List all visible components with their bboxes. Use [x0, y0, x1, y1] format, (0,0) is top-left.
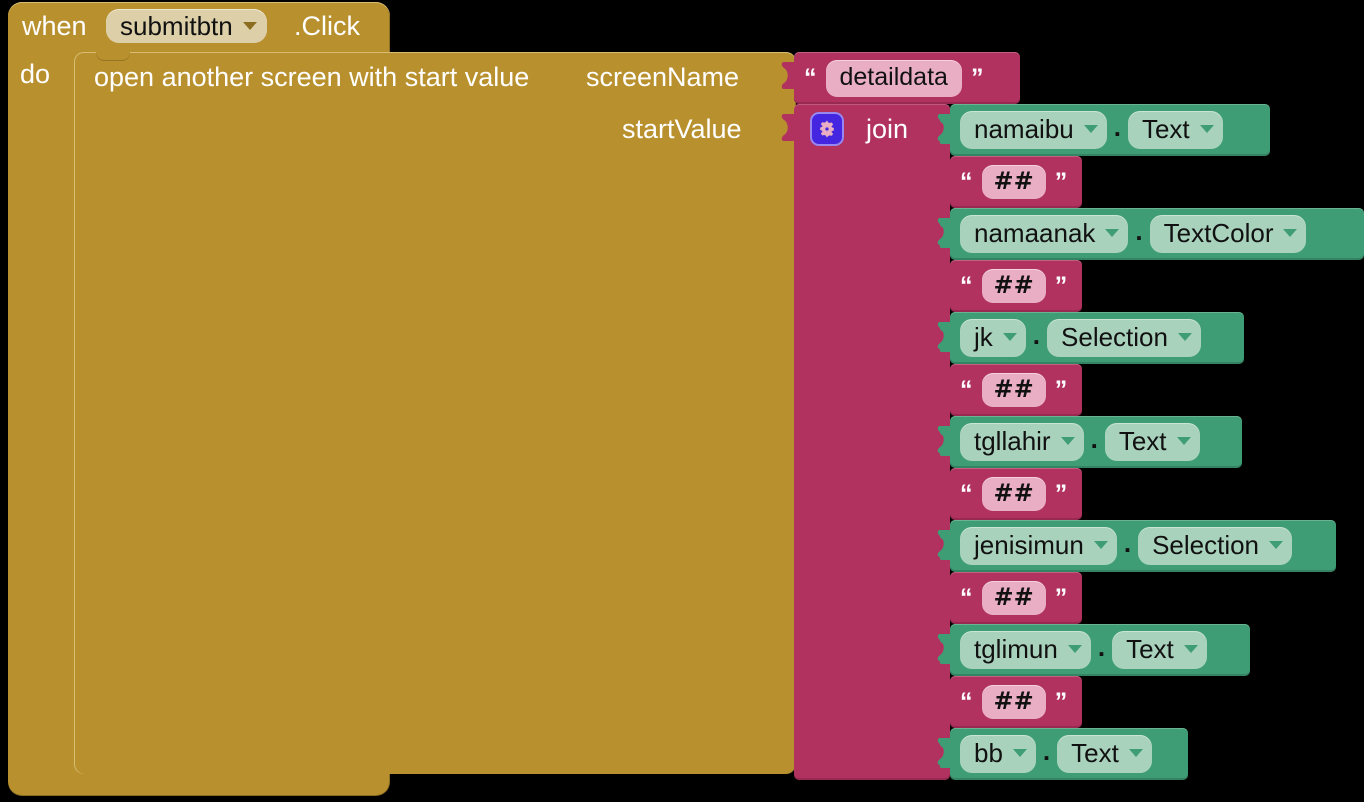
- component-getter-block[interactable]: tgllahir . Text: [939, 416, 1242, 468]
- open-quote: “: [960, 375, 973, 404]
- open-quote: “: [960, 167, 973, 196]
- event-name-label: .Click: [294, 11, 360, 41]
- gear-icon[interactable]: [810, 112, 844, 146]
- event-component-label: submitbtn: [120, 11, 233, 41]
- text-value-field[interactable]: ##: [981, 477, 1046, 511]
- socket-label-screenname: screenName: [586, 62, 740, 92]
- property-dropdown[interactable]: Text: [1127, 111, 1223, 149]
- when-label: when: [22, 11, 87, 41]
- text-block[interactable]: “ ## ”: [950, 468, 1082, 520]
- component-getter-block[interactable]: jenisimun . Selection: [939, 520, 1336, 572]
- chevron-down-icon: [1083, 125, 1098, 133]
- chevron-down-icon: [1128, 749, 1143, 757]
- chevron-down-icon: [1067, 645, 1082, 653]
- statement-label: open another screen with start value: [94, 62, 530, 92]
- open-quote: “: [960, 687, 973, 716]
- component-getter-block[interactable]: tglimun . Text: [939, 624, 1250, 676]
- property-dropdown[interactable]: Text: [1104, 423, 1200, 461]
- close-quote: ”: [1054, 271, 1068, 300]
- chevron-down-icon: [1283, 229, 1298, 237]
- text-value-field[interactable]: ##: [981, 165, 1046, 199]
- component-dropdown[interactable]: namaibu: [960, 111, 1107, 149]
- chevron-down-icon: [242, 22, 257, 30]
- component-dropdown[interactable]: namaanak: [960, 215, 1129, 253]
- open-quote: “: [960, 271, 973, 300]
- text-value-field[interactable]: ##: [981, 269, 1046, 303]
- dot-separator: .: [1042, 736, 1051, 766]
- open-another-screen-block[interactable]: [74, 52, 796, 774]
- dot-separator: .: [1097, 632, 1106, 662]
- chevron-down-icon: [1199, 125, 1214, 133]
- text-block-detaildata[interactable]: “ detaildata ”: [794, 52, 1020, 104]
- text-block[interactable]: “ ## ”: [950, 676, 1082, 728]
- close-quote: ”: [1054, 479, 1068, 508]
- close-quote: ”: [1054, 375, 1068, 404]
- dot-separator: .: [1113, 112, 1121, 142]
- text-block[interactable]: “ ## ”: [950, 364, 1082, 416]
- component-dropdown[interactable]: bb: [960, 735, 1036, 773]
- statement-top-notch: [96, 52, 130, 61]
- chevron-down-icon: [1269, 541, 1284, 549]
- chevron-down-icon: [1105, 229, 1120, 237]
- text-block[interactable]: “ ## ”: [950, 260, 1082, 312]
- do-label: do: [20, 59, 51, 89]
- text-value-field[interactable]: detaildata: [825, 59, 962, 97]
- dot-separator: .: [1123, 528, 1132, 558]
- dot-separator: .: [1090, 424, 1098, 454]
- text-value-field[interactable]: ##: [981, 685, 1046, 719]
- text-block[interactable]: “ ## ”: [950, 156, 1082, 208]
- text-value-field[interactable]: ##: [981, 373, 1046, 407]
- chevron-down-icon: [1012, 749, 1027, 757]
- property-dropdown[interactable]: Text: [1057, 735, 1152, 773]
- join-block[interactable]: [794, 104, 950, 780]
- text-block[interactable]: “ ## ”: [950, 572, 1082, 624]
- chevron-down-icon: [1183, 645, 1198, 653]
- component-getter-block[interactable]: namaibu . Text: [939, 104, 1270, 156]
- event-component-dropdown[interactable]: submitbtn: [106, 9, 267, 43]
- dot-separator: .: [1032, 320, 1041, 350]
- socket-label-startvalue: startValue: [622, 114, 742, 144]
- component-getter-block[interactable]: jk . Selection: [939, 312, 1244, 364]
- join-label: join: [866, 113, 909, 144]
- component-dropdown[interactable]: tgllahir: [960, 423, 1084, 461]
- blocks-workspace[interactable]: when submitbtn .Click do open another sc…: [0, 0, 1364, 802]
- close-quote: ”: [1054, 583, 1068, 612]
- component-getter-block[interactable]: bb . Text: [939, 728, 1188, 780]
- property-dropdown[interactable]: TextColor: [1149, 215, 1307, 253]
- component-dropdown[interactable]: jenisimun: [960, 527, 1117, 565]
- chevron-down-icon: [1177, 333, 1192, 341]
- chevron-down-icon: [1093, 541, 1108, 549]
- text-value-field[interactable]: ##: [981, 581, 1046, 615]
- property-dropdown[interactable]: Selection: [1138, 527, 1293, 565]
- component-dropdown[interactable]: jk: [960, 319, 1026, 357]
- chevron-down-icon: [1002, 333, 1017, 341]
- open-quote: “: [960, 479, 973, 508]
- chevron-down-icon: [1176, 437, 1191, 445]
- close-quote: ”: [970, 63, 984, 92]
- close-quote: ”: [1054, 167, 1068, 196]
- property-dropdown[interactable]: Selection: [1047, 319, 1201, 357]
- component-dropdown[interactable]: tglimun: [960, 631, 1091, 669]
- close-quote: ”: [1054, 687, 1068, 716]
- dot-separator: .: [1135, 216, 1143, 246]
- open-quote: “: [804, 63, 817, 92]
- property-dropdown[interactable]: Text: [1112, 631, 1207, 669]
- chevron-down-icon: [1060, 437, 1075, 445]
- component-getter-block[interactable]: namaanak . TextColor: [939, 208, 1364, 260]
- open-quote: “: [960, 583, 973, 612]
